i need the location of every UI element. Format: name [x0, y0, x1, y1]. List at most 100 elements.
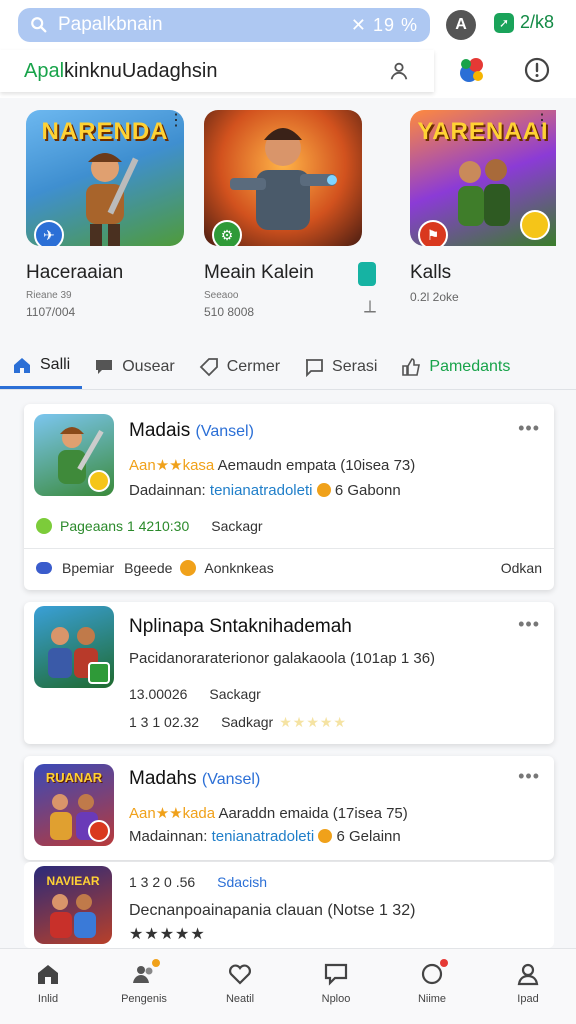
card-title-tag: (Vansel)	[195, 423, 254, 440]
rating-detail: Aemaudn empata (10isea 73)	[214, 457, 416, 474]
page-title-rest: kinknuUadaghsin	[64, 59, 218, 82]
nav-chat[interactable]: Nploo	[288, 949, 384, 1024]
emoji-icon	[520, 210, 550, 240]
platform-badge: ⚑	[418, 220, 448, 246]
search-bar[interactable]: Papalkbnain ✕ 19 %	[18, 8, 430, 42]
tab-message[interactable]: Serasi	[292, 345, 389, 389]
tab-label: Cermer	[226, 357, 281, 375]
more-options-icon[interactable]: ⋮	[168, 110, 184, 130]
stat-label: Sackagr	[209, 686, 261, 702]
game-card[interactable]: Nplinapa Sntaknihademah ••• Pacidanorara…	[24, 602, 554, 744]
platform-badge	[88, 820, 110, 842]
featured-game-3[interactable]: YARENAAI ⚑ Kalls 0.2l 2oke	[410, 110, 556, 304]
package-extra: Sackagr	[211, 518, 263, 534]
developer-link[interactable]: tenianatradoleti	[207, 828, 315, 845]
developer-link[interactable]: tenianatradoleti	[206, 482, 313, 499]
card-rating-line: Aan★★kasa Aemaudn empata (10isea 73)	[129, 456, 415, 474]
nav-home[interactable]: Inlid	[0, 949, 96, 1024]
tag-icon	[199, 357, 218, 376]
rating-stars: ★★★★★	[129, 926, 206, 943]
chat-icon	[96, 359, 113, 374]
game-art: ⚙	[204, 110, 362, 246]
package-icon	[36, 518, 52, 534]
card-package-row: Pageaans 1 4210:30 Sackagr	[36, 518, 263, 534]
tab-label: Salli	[40, 356, 71, 373]
nav-favorites[interactable]: Neatil	[192, 949, 288, 1024]
game-art: NARENDA ✈	[26, 110, 184, 246]
featured-game-2[interactable]: ⚙ Meain Kalein Seeaoo 510 8008	[204, 110, 362, 319]
game-icon	[34, 414, 114, 496]
rating-text: Aan★★kada	[129, 805, 216, 822]
tab-recommended[interactable]: Pamedants	[389, 345, 522, 389]
game-icon-caption: NAVIEAR	[46, 874, 100, 888]
nav-label: Neatil	[225, 993, 255, 1005]
wallet-badge[interactable]: ➚ 2/k8	[494, 12, 554, 33]
message-icon	[306, 358, 323, 377]
heart-icon	[229, 964, 251, 985]
developer-extra: 6 Gabonn	[330, 482, 401, 499]
card-stat-row: 1 3 1 02.32 Sadkagr ★★★★★	[129, 714, 347, 731]
footer-action[interactable]: Odkan	[501, 560, 542, 576]
card-developer-line: Madainnan: tenianatradoleti 6 Gelainn	[129, 828, 401, 845]
card-rating-line: Aan★★kada Aaraddn emaida (17isea 75)	[129, 804, 408, 822]
more-options-icon[interactable]: •••	[518, 418, 540, 439]
category-tabs: Salli Ousear Cermer Serasi Pamedants	[0, 344, 576, 390]
download-icon[interactable]	[358, 262, 376, 286]
card-footer-row: Bpemiar Bgeede Aonknkeas	[36, 560, 274, 576]
warrior-figure-icon	[86, 153, 139, 246]
squad-figure-icon	[458, 159, 510, 226]
person-icon[interactable]	[388, 60, 410, 82]
tab-home[interactable]: Salli	[0, 345, 83, 389]
developer-label: Madainnan:	[129, 828, 208, 845]
card-title: Madahs (Vansel)	[129, 768, 260, 790]
more-options-icon[interactable]: ⋮	[534, 110, 550, 130]
rating-text: Aan★★kasa	[129, 457, 215, 474]
stat-value: 13.00026	[129, 686, 188, 702]
bottom-nav: Inlid Pengenis Neatil Nploo Niime Ipad	[0, 948, 576, 1024]
alert-icon[interactable]	[524, 57, 550, 83]
game-card[interactable]: RUANAR Madahs (Vansel) ••• Aan★★kada Aar…	[24, 756, 554, 860]
nav-label: Inlid	[37, 993, 59, 1005]
more-options-icon[interactable]: •••	[518, 614, 540, 635]
footer-item[interactable]: Bpemiar	[62, 560, 114, 576]
developer-extra: 6 Gelainn	[332, 828, 401, 845]
game-name: Kalls	[410, 262, 452, 283]
search-status: ✕ 19 %	[350, 14, 418, 35]
more-options-icon[interactable]: •••	[518, 766, 540, 787]
footer-item[interactable]: Bgeede	[124, 560, 172, 576]
game-ball-icon[interactable]	[456, 54, 488, 86]
profile-button[interactable]: A	[446, 10, 476, 40]
nav-label: Pengenis	[121, 993, 167, 1005]
tab-tag[interactable]: Cermer	[187, 345, 292, 389]
card-title-text: Madais	[129, 420, 191, 441]
nav-profile[interactable]: Ipad	[480, 949, 576, 1024]
game-card[interactable]: NAVIEAR 1 3 2 0 .56 Sdacish Decnanpoainap…	[24, 862, 554, 948]
tab-label: Pamedants	[429, 357, 511, 375]
stat-link[interactable]: Sdacish	[217, 874, 267, 890]
user-icon	[517, 963, 539, 986]
shield-icon	[36, 562, 52, 574]
featured-game-1[interactable]: NARENDA ✈ Haceraaian Rieane 39 1107/004	[26, 110, 184, 319]
thumb-icon	[402, 357, 421, 376]
soldier-figure-icon	[230, 128, 337, 230]
tab-chat[interactable]: Ousear	[82, 345, 186, 389]
coin-icon	[318, 829, 333, 843]
nav-people[interactable]: Pengenis	[96, 949, 192, 1024]
sub-header: ApalkinknuUadaghsin	[0, 50, 434, 92]
game-card[interactable]: Madais (Vansel) ••• Aan★★kasa Aemaudn em…	[24, 404, 554, 590]
search-icon	[31, 17, 47, 33]
rating-detail: Aaraddn emaida (17isea 75)	[215, 805, 408, 822]
nav-notifications[interactable]: Niime	[384, 949, 480, 1024]
game-art: YARENAAI ⚑	[410, 110, 556, 246]
chat-icon	[324, 963, 348, 986]
card-title: Madais (Vansel)	[129, 420, 254, 442]
emoji-icon	[88, 470, 110, 492]
package-label: Pageaans 1 4210:30	[60, 518, 190, 534]
coin-icon	[316, 483, 331, 497]
game-icon: RUANAR	[34, 764, 114, 846]
footer-item[interactable]: Aonknkeas	[204, 560, 273, 576]
nav-label: Niime	[417, 993, 447, 1005]
notification-dot	[439, 959, 448, 967]
divider	[24, 548, 554, 549]
game-meta: Seeaoo	[204, 290, 239, 301]
